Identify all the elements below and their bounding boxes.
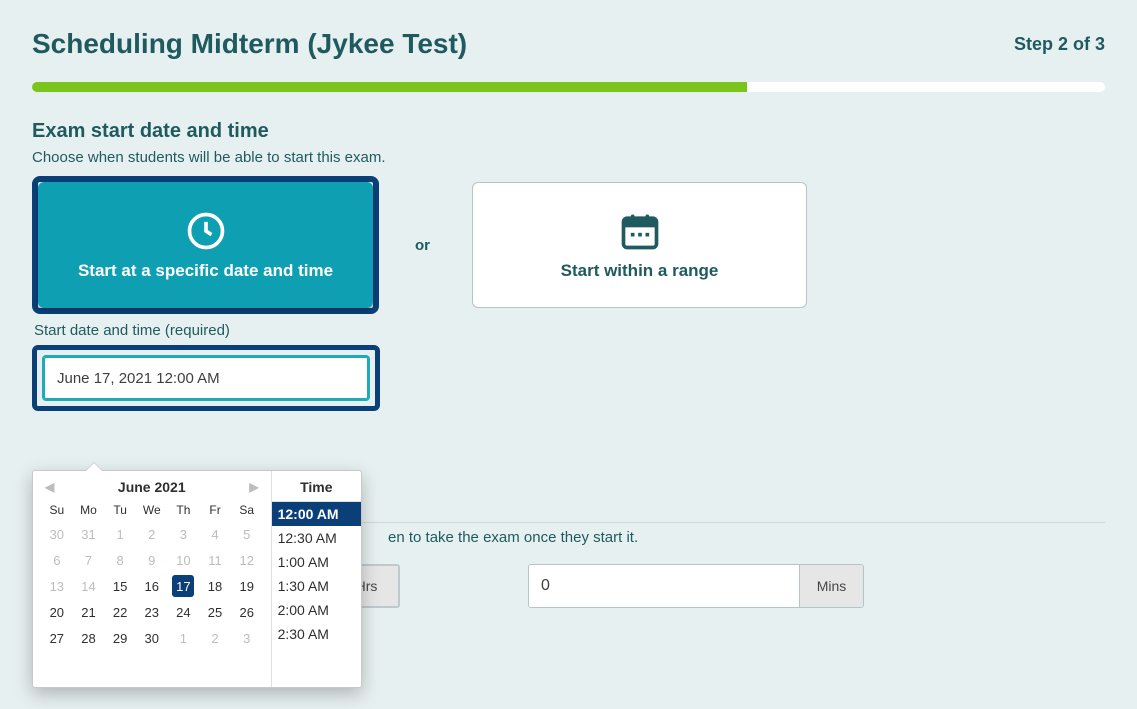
- calendar-day[interactable]: 1: [172, 627, 194, 649]
- calendar-day[interactable]: 3: [172, 523, 194, 545]
- calendar-day[interactable]: 6: [46, 549, 68, 571]
- datetime-picker: ◀ June 2021 ▶ SuMoTuWeThFrSa 30311234567…: [32, 470, 362, 688]
- calendar-day[interactable]: 3: [236, 627, 258, 649]
- calendar-month-label: June 2021: [118, 479, 186, 495]
- progress-fill: [32, 82, 747, 92]
- calendar-day[interactable]: 12: [236, 549, 258, 571]
- progress-bar: [32, 82, 1105, 92]
- calendar-day[interactable]: 2: [141, 523, 163, 545]
- mins-input[interactable]: [529, 565, 799, 607]
- calendar-day[interactable]: 28: [77, 627, 99, 649]
- duration-help-text: en to take the exam once they start it.: [388, 529, 1105, 546]
- time-option[interactable]: 12:30 AM: [272, 526, 361, 550]
- section-subtitle: Choose when students will be able to sta…: [32, 149, 1105, 166]
- calendar-range-icon: [618, 209, 662, 253]
- time-option[interactable]: 1:00 AM: [272, 550, 361, 574]
- step-indicator: Step 2 of 3: [1014, 34, 1105, 55]
- calendar-dow: Tu: [104, 501, 136, 521]
- calendar-day[interactable]: 2: [204, 627, 226, 649]
- calendar-day[interactable]: 10: [172, 549, 194, 571]
- calendar-day[interactable]: 1: [109, 523, 131, 545]
- option-specific-datetime[interactable]: Start at a specific date and time: [38, 182, 373, 308]
- calendar-day[interactable]: 25: [204, 601, 226, 623]
- start-datetime-label: Start date and time (required): [34, 322, 1105, 339]
- clock-icon: [184, 209, 228, 253]
- calendar-day[interactable]: 21: [77, 601, 99, 623]
- calendar-day[interactable]: 13: [46, 575, 68, 597]
- time-column-header: Time: [272, 471, 361, 502]
- option-range[interactable]: Start within a range: [472, 182, 807, 308]
- calendar-day[interactable]: 9: [141, 549, 163, 571]
- calendar-day[interactable]: 18: [204, 575, 226, 597]
- calendar-dow: Sa: [231, 501, 263, 521]
- time-option[interactable]: 1:30 AM: [272, 574, 361, 598]
- calendar-dow: Th: [168, 501, 200, 521]
- calendar-day[interactable]: 7: [77, 549, 99, 571]
- calendar-day[interactable]: 14: [77, 575, 99, 597]
- time-option[interactable]: 12:00 AM: [272, 502, 361, 526]
- calendar-day[interactable]: 11: [204, 549, 226, 571]
- mins-input-group: Mins: [528, 564, 864, 608]
- calendar-day[interactable]: 29: [109, 627, 131, 649]
- calendar-day[interactable]: 27: [46, 627, 68, 649]
- calendar-day[interactable]: 15: [109, 575, 131, 597]
- calendar-day[interactable]: 30: [46, 523, 68, 545]
- calendar-prev-month[interactable]: ◀: [41, 478, 58, 496]
- mins-unit: Mins: [799, 565, 863, 607]
- calendar-grid: SuMoTuWeThFrSa 3031123456789101112131415…: [41, 501, 263, 651]
- or-separator: or: [415, 237, 430, 254]
- page-title: Scheduling Midterm (Jykee Test): [32, 28, 467, 60]
- option-range-label: Start within a range: [561, 261, 719, 281]
- start-datetime-input[interactable]: [43, 356, 369, 400]
- calendar-day[interactable]: 20: [46, 601, 68, 623]
- calendar-day[interactable]: 19: [236, 575, 258, 597]
- calendar-dow: We: [136, 501, 168, 521]
- calendar-day[interactable]: 30: [141, 627, 163, 649]
- calendar-next-month[interactable]: ▶: [245, 478, 262, 496]
- option-specific-label: Start at a specific date and time: [78, 261, 333, 281]
- time-option[interactable]: 2:00 AM: [272, 598, 361, 622]
- calendar-dow: Mo: [73, 501, 105, 521]
- calendar-day[interactable]: 22: [109, 601, 131, 623]
- calendar-dow: Fr: [199, 501, 231, 521]
- time-list[interactable]: 12:00 AM12:30 AM1:00 AM1:30 AM2:00 AM2:3…: [272, 502, 361, 687]
- calendar-day[interactable]: 4: [204, 523, 226, 545]
- calendar-day[interactable]: 24: [172, 601, 194, 623]
- time-option[interactable]: 2:30 AM: [272, 622, 361, 646]
- calendar-day[interactable]: 5: [236, 523, 258, 545]
- section-title: Exam start date and time: [32, 120, 1105, 143]
- calendar-day[interactable]: 16: [141, 575, 163, 597]
- calendar-dow: Su: [41, 501, 73, 521]
- calendar-day[interactable]: 26: [236, 601, 258, 623]
- calendar-day[interactable]: 8: [109, 549, 131, 571]
- calendar-day[interactable]: 17: [172, 575, 194, 597]
- calendar-day[interactable]: 31: [77, 523, 99, 545]
- calendar-day[interactable]: 23: [141, 601, 163, 623]
